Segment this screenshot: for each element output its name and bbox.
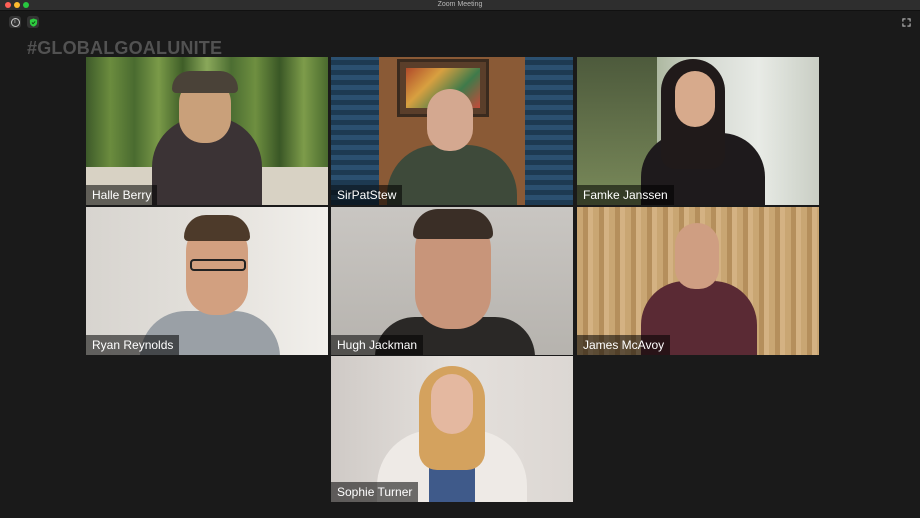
- participant-name: James McAvoy: [577, 335, 671, 355]
- participant-video: [675, 223, 719, 289]
- participant-video: [431, 374, 473, 434]
- participant-name: Ryan Reynolds: [86, 335, 180, 355]
- participant-name: SirPatStew: [331, 185, 403, 205]
- participant-video: [387, 145, 517, 205]
- window-title: Zoom Meeting: [437, 1, 483, 8]
- window-titlebar: Zoom Meeting: [0, 0, 920, 11]
- participant-name: Famke Janssen: [577, 185, 674, 205]
- participant-video: [172, 71, 238, 93]
- fullscreen-icon[interactable]: [900, 16, 912, 28]
- participant-video: [184, 215, 250, 241]
- shield-icon[interactable]: [27, 16, 39, 28]
- video-tile[interactable]: SirPatStew: [331, 57, 573, 205]
- participant-video: [427, 89, 473, 151]
- video-tile[interactable]: Famke Janssen: [577, 57, 819, 205]
- participant-video: [675, 71, 715, 127]
- hashtag-overlay: #GLOBALGOALUNITE: [27, 38, 223, 58]
- participant-name: Sophie Turner: [331, 482, 419, 502]
- video-tile[interactable]: Ryan Reynolds: [86, 207, 328, 355]
- video-tile[interactable]: Hugh Jackman: [331, 207, 573, 355]
- video-tile[interactable]: James McAvoy: [577, 207, 819, 355]
- participant-name: Hugh Jackman: [331, 335, 424, 355]
- video-tile[interactable]: Halle Berry: [86, 57, 328, 205]
- participant-name: Halle Berry: [86, 185, 158, 205]
- info-icon[interactable]: i: [9, 16, 21, 28]
- video-tile[interactable]: Sophie Turner: [331, 356, 573, 502]
- participant-video: [413, 209, 493, 239]
